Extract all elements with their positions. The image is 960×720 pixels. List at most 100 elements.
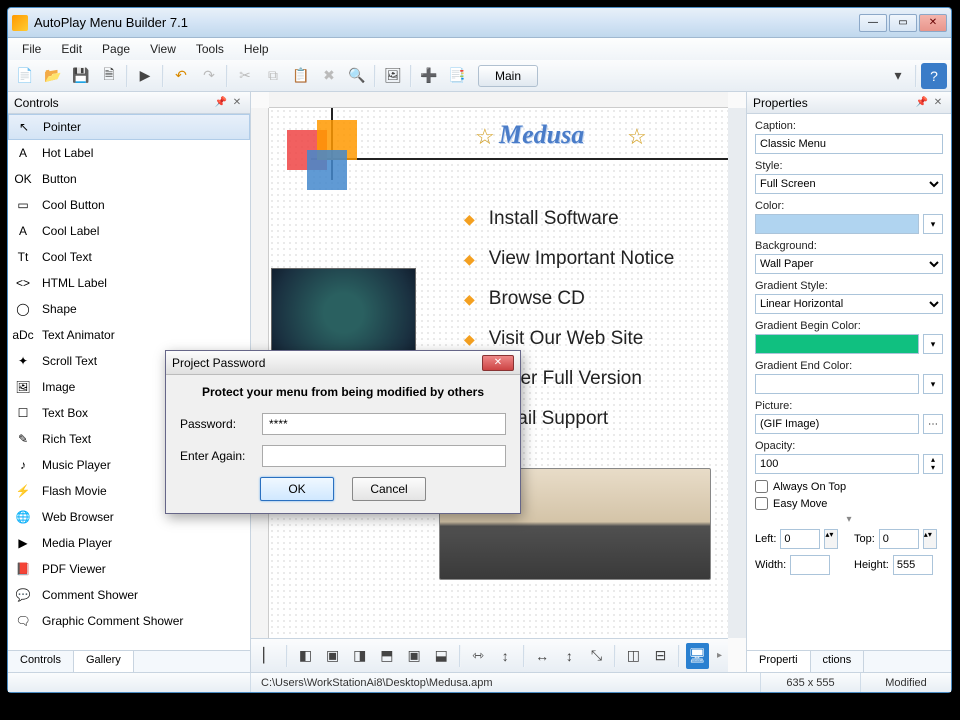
control-item-text-animator[interactable]: aDcText Animator xyxy=(8,322,250,348)
delete-page-icon[interactable]: 🗎 xyxy=(96,63,122,89)
control-item-button[interactable]: OKButton xyxy=(8,166,250,192)
height-input[interactable] xyxy=(893,555,933,575)
control-item-html-label[interactable]: <>HTML Label xyxy=(8,270,250,296)
control-item-label: Pointer xyxy=(43,120,81,134)
gradbegin-dropdown-icon[interactable]: ▾ xyxy=(923,334,943,354)
tab-gallery[interactable]: Gallery xyxy=(74,651,134,672)
paste-icon[interactable]: 📋 xyxy=(288,63,314,89)
control-item-label: Button xyxy=(42,172,77,186)
menu-item[interactable]: ◆Visit Our Web Site xyxy=(464,328,674,350)
opacity-input[interactable] xyxy=(755,454,919,474)
dialog-close-icon[interactable]: ✕ xyxy=(482,355,514,371)
pin-icon[interactable]: 📌 xyxy=(214,96,228,110)
redo-icon[interactable]: ↷ xyxy=(196,63,222,89)
align-right-icon[interactable]: ◨ xyxy=(348,643,371,669)
menu-view[interactable]: View xyxy=(140,40,186,58)
opacity-spinner[interactable]: ▴▾ xyxy=(923,454,943,474)
preview-icon[interactable]: 🖥 xyxy=(686,643,709,669)
control-item-cool-label[interactable]: ACool Label xyxy=(8,218,250,244)
tab-controls[interactable]: Controls xyxy=(8,651,74,672)
align-bottom-icon[interactable]: ⬓ xyxy=(430,643,453,669)
tab-properties[interactable]: Properti xyxy=(747,651,811,672)
same-width-icon[interactable]: ↔ xyxy=(531,643,554,669)
cut-icon[interactable]: ✂ xyxy=(232,63,258,89)
enteragain-input[interactable] xyxy=(262,445,506,467)
caption-input[interactable] xyxy=(755,134,943,154)
scroll-arrow-icon[interactable]: ▸ xyxy=(717,650,722,661)
dist-v-icon[interactable]: ↕ xyxy=(494,643,517,669)
control-item-pointer[interactable]: ↖Pointer xyxy=(8,114,250,140)
copy-icon[interactable]: ⧉ xyxy=(260,63,286,89)
spinner-icon[interactable]: ▴▾ xyxy=(824,529,838,549)
spinner-icon[interactable]: ▴▾ xyxy=(923,529,937,549)
close-button[interactable]: ✕ xyxy=(919,14,947,32)
menu-file[interactable]: File xyxy=(12,40,51,58)
help-icon[interactable]: ? xyxy=(921,63,947,89)
tab-actions[interactable]: ctions xyxy=(811,651,865,672)
menu-edit[interactable]: Edit xyxy=(51,40,92,58)
more-indicator-icon[interactable]: ▾ xyxy=(755,514,943,525)
undo-icon[interactable]: ↶ xyxy=(168,63,194,89)
center-v-icon[interactable]: ⊟ xyxy=(649,643,672,669)
control-item-graphic-comment-shower[interactable]: 🗨Graphic Comment Shower xyxy=(8,608,250,634)
save-icon[interactable]: 💾 xyxy=(68,63,94,89)
control-item-cool-text[interactable]: TtCool Text xyxy=(8,244,250,270)
dropdown-icon[interactable]: ▾ xyxy=(885,63,911,89)
picture-input[interactable] xyxy=(755,414,919,434)
menu-item[interactable]: ◆View Important Notice xyxy=(464,248,674,270)
alwaysontop-checkbox[interactable] xyxy=(755,480,768,493)
panel-close-icon[interactable]: ✕ xyxy=(230,96,244,110)
same-height-icon[interactable]: ↕ xyxy=(558,643,581,669)
open-icon[interactable]: 📂 xyxy=(40,63,66,89)
color-swatch[interactable] xyxy=(755,214,919,234)
minimize-button[interactable]: — xyxy=(859,14,887,32)
find-icon[interactable]: 🔍 xyxy=(344,63,370,89)
ok-button[interactable]: OK xyxy=(260,477,334,501)
width-input[interactable] xyxy=(790,555,830,575)
control-item-media-player[interactable]: ▶Media Player xyxy=(8,530,250,556)
top-input[interactable] xyxy=(879,529,919,549)
control-item-cool-button[interactable]: ▭Cool Button xyxy=(8,192,250,218)
menu-help[interactable]: Help xyxy=(234,40,279,58)
scrollbar-vertical[interactable] xyxy=(728,108,746,638)
same-both-icon[interactable]: ⤡ xyxy=(585,643,608,669)
dist-h-icon[interactable]: ⇿ xyxy=(467,643,490,669)
center-h-icon[interactable]: ◫ xyxy=(622,643,645,669)
cancel-button[interactable]: Cancel xyxy=(352,477,426,501)
menu-item[interactable]: ◆Browse CD xyxy=(464,288,674,310)
page-props-icon[interactable]: 📑 xyxy=(444,63,470,89)
menu-item[interactable]: ◆Install Software xyxy=(464,208,674,230)
add-page-icon[interactable]: ➕ xyxy=(416,63,442,89)
menu-page[interactable]: Page xyxy=(92,40,140,58)
password-input[interactable] xyxy=(262,413,506,435)
color-dropdown-icon[interactable]: ▾ xyxy=(923,214,943,234)
align-left-icon[interactable]: ◧ xyxy=(294,643,317,669)
gradend-dropdown-icon[interactable]: ▾ xyxy=(923,374,943,394)
play-icon[interactable]: ▶ xyxy=(132,63,158,89)
align-middle-icon[interactable]: ▣ xyxy=(402,643,425,669)
menu-tools[interactable]: Tools xyxy=(186,40,234,58)
gradend-swatch[interactable] xyxy=(755,374,919,394)
delete-icon[interactable]: ✖ xyxy=(316,63,342,89)
control-item-pdf-viewer[interactable]: 📕PDF Viewer xyxy=(8,556,250,582)
control-item-hot-label[interactable]: AHot Label xyxy=(8,140,250,166)
gradbegin-swatch[interactable] xyxy=(755,334,919,354)
picture-browse-icon[interactable]: ⋯ xyxy=(923,414,943,434)
easymove-checkbox[interactable] xyxy=(755,497,768,510)
style-select[interactable]: Full Screen xyxy=(755,174,943,194)
align-center-h-icon[interactable]: ▣ xyxy=(321,643,344,669)
tab-main[interactable]: Main xyxy=(478,65,538,87)
panel-close-icon[interactable]: ✕ xyxy=(931,96,945,110)
gradientstyle-select[interactable]: Linear Horizontal xyxy=(755,294,943,314)
control-item-shape[interactable]: ◯Shape xyxy=(8,296,250,322)
left-input[interactable] xyxy=(780,529,820,549)
new-icon[interactable]: 📄 xyxy=(12,63,38,89)
pin-icon[interactable]: 📌 xyxy=(915,96,929,110)
maximize-button[interactable]: ▭ xyxy=(889,14,917,32)
image-icon[interactable]: 🖼 xyxy=(380,63,406,89)
align-left-icon[interactable]: ▏ xyxy=(257,643,280,669)
background-select[interactable]: Wall Paper xyxy=(755,254,943,274)
control-item-comment-shower[interactable]: 💬Comment Shower xyxy=(8,582,250,608)
align-top-icon[interactable]: ⬒ xyxy=(375,643,398,669)
rich-text-icon: ✎ xyxy=(14,430,32,448)
